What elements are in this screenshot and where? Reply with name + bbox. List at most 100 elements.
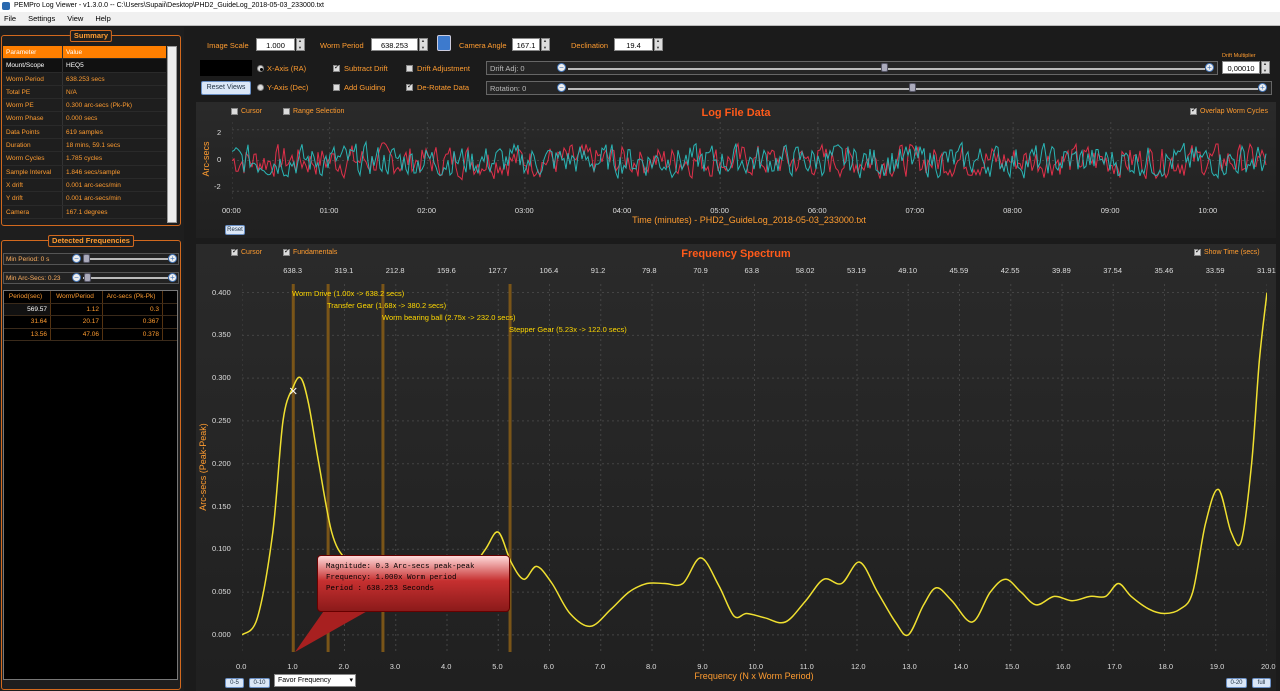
log-reset-button[interactable]: Reset	[225, 225, 245, 235]
summary-row[interactable]: Data Points 619 samples	[3, 125, 166, 140]
spec-chart-title: Frequency Spectrum	[681, 248, 791, 260]
rotation-decrease-button[interactable]: −	[557, 83, 566, 92]
freq-header-period: Period(sec)	[4, 291, 51, 303]
spec-ytick: 0.200	[212, 458, 231, 468]
drift-adjustment-checkbox[interactable]	[406, 65, 413, 72]
menu-help[interactable]: Help	[95, 12, 110, 25]
show-time-checkbox[interactable]	[1194, 247, 1201, 256]
min-arcsecs-track[interactable]	[83, 277, 168, 279]
summary-row[interactable]: Sample Interval 1.846 secs/sample	[3, 165, 166, 179]
camera-angle-spinner[interactable]	[541, 38, 550, 51]
log-xtick: 08:00	[1003, 206, 1022, 215]
declination-input[interactable]: 19.4	[614, 38, 653, 51]
zoom-full-button[interactable]: full	[1252, 678, 1271, 688]
worm-period-input[interactable]: 638.253	[371, 38, 418, 51]
zoom-0-20-button[interactable]: 0-20	[1226, 678, 1247, 688]
summary-row[interactable]: Mount/Scope HEQ5	[3, 59, 166, 73]
spec-top-tick: 37.54	[1103, 266, 1123, 275]
min-period-knob[interactable]	[83, 254, 90, 263]
zoom-0-10-button[interactable]: 0-10	[249, 678, 270, 688]
min-period-decrease-button[interactable]: −	[72, 254, 81, 263]
freq-table-row[interactable]: 569.57 1.12 0.3	[4, 303, 177, 316]
drift-adj-increase-button[interactable]: +	[1205, 63, 1214, 72]
freq-arcsecs: 0.367	[103, 316, 163, 328]
overlap-worm-checkbox[interactable]	[1190, 106, 1197, 115]
drift-multiplier-spinner[interactable]	[1261, 61, 1270, 74]
fundamentals-checkbox[interactable]	[283, 247, 290, 256]
menu-settings[interactable]: Settings	[28, 12, 55, 25]
declination-spinner[interactable]	[654, 38, 663, 51]
image-scale-spinner[interactable]	[296, 38, 305, 51]
drift-adjustment-label: Drift Adjustment	[417, 64, 470, 73]
log-xtick: 02:00	[417, 206, 437, 215]
image-scale-label: Image Scale	[207, 41, 249, 50]
worm-period-spinner[interactable]	[419, 38, 428, 51]
favor-frequency-select[interactable]: Favor Frequency	[274, 674, 356, 687]
camera-angle-input[interactable]: 167.1	[512, 38, 540, 51]
spec-xtick: 19.0	[1209, 662, 1225, 671]
summary-row[interactable]: Total PE N/A	[3, 85, 166, 100]
overlap-worm-label: Overlap Worm Cycles	[1200, 108, 1268, 115]
spec-xtick: 14.0	[953, 662, 969, 671]
spec-ytick: 0.150	[212, 501, 231, 511]
subtract-drift-label: Subtract Drift	[344, 64, 388, 73]
spec-xtick: 1.0	[287, 662, 298, 671]
spec-xtick: 15.0	[1004, 662, 1020, 671]
freq-table-row[interactable]: 31.64 20.17 0.367	[4, 316, 177, 329]
range-selection-checkbox[interactable]	[283, 108, 290, 115]
summary-value: 0.001 arc-secs/min	[66, 195, 121, 203]
spec-cursor-checkbox[interactable]	[231, 247, 238, 256]
x-axis-radio[interactable]	[257, 65, 264, 72]
summary-row[interactable]: Worm Phase 0.000 secs	[3, 112, 166, 126]
rotation-increase-button[interactable]: +	[1258, 83, 1267, 92]
rotation-label: Rotation: 0	[490, 84, 527, 93]
freq-period: 13.56	[4, 328, 51, 340]
drift-multiplier-input[interactable]: 0,00010	[1222, 61, 1260, 74]
subtract-drift-checkbox[interactable]	[333, 63, 340, 72]
summary-param: Worm PE	[3, 99, 63, 112]
log-plot[interactable]	[232, 122, 1267, 199]
summary-row[interactable]: Worm Period 638.253 secs	[3, 72, 166, 86]
spec-xtick: 12.0	[851, 662, 866, 671]
menu-view[interactable]: View	[67, 12, 83, 25]
tooltip-frequency: Frequency: 1.000x Worm period	[326, 574, 457, 582]
freq-period: 31.64	[4, 316, 51, 328]
spec-top-tick: 39.89	[1052, 266, 1071, 275]
min-arcsecs-knob[interactable]	[84, 273, 91, 282]
image-scale-input[interactable]: 1.000	[256, 38, 295, 51]
derotate-checkbox[interactable]	[406, 82, 413, 91]
freq-table-row[interactable]: 13.56 47.06 0.378	[4, 328, 177, 341]
add-guiding-label: Add Guiding	[344, 83, 386, 92]
summary-row[interactable]: Camera 167.1 degrees	[3, 205, 166, 219]
drift-adj-knob[interactable]	[881, 63, 888, 72]
calculator-icon[interactable]	[437, 35, 451, 51]
spec-top-tick: 42.55	[1000, 266, 1020, 275]
summary-scrollbar[interactable]	[167, 46, 177, 223]
reset-views-button[interactable]: Reset Views	[201, 81, 251, 95]
tooltip-magnitude: Magnitude: 0.3 Arc-secs peak-peak	[326, 563, 475, 571]
min-period-increase-button[interactable]: +	[168, 254, 177, 263]
log-xtick: 10:00	[1198, 206, 1218, 215]
spec-ytick: 0.100	[212, 544, 231, 554]
summary-row[interactable]: Duration 18 mins, 59.1 secs	[3, 139, 166, 153]
log-cursor-checkbox[interactable]	[231, 108, 238, 115]
summary-header: Parameter Value	[3, 46, 166, 60]
y-axis-radio[interactable]	[257, 84, 264, 91]
axis-color-swatch	[200, 60, 252, 76]
add-guiding-checkbox[interactable]	[333, 84, 340, 91]
summary-row[interactable]: Worm PE 0.300 arc-secs (Pk-Pk)	[3, 99, 166, 113]
spec-cursor-label: Cursor	[241, 249, 263, 256]
min-period-track[interactable]	[83, 258, 168, 260]
drift-multiplier-label: Drift Multiplier	[1222, 53, 1256, 59]
summary-row[interactable]: X drift 0.001 arc-secs/min	[3, 178, 166, 193]
rotation-knob[interactable]	[909, 83, 916, 92]
summary-row[interactable]: Worm Cycles 1.785 cycles	[3, 152, 166, 166]
drift-adj-decrease-button[interactable]: −	[557, 63, 566, 72]
summary-row[interactable]: Y drift 0.001 arc-secs/min	[3, 192, 166, 206]
summary-value: 638.253 secs	[66, 75, 105, 83]
zoom-0-5-button[interactable]: 0-5	[225, 678, 244, 688]
menu-file[interactable]: File	[4, 12, 16, 25]
spec-top-tick: 49.10	[898, 266, 918, 275]
min-arcsecs-increase-button[interactable]: +	[168, 273, 177, 282]
min-arcsecs-decrease-button[interactable]: −	[72, 273, 81, 282]
